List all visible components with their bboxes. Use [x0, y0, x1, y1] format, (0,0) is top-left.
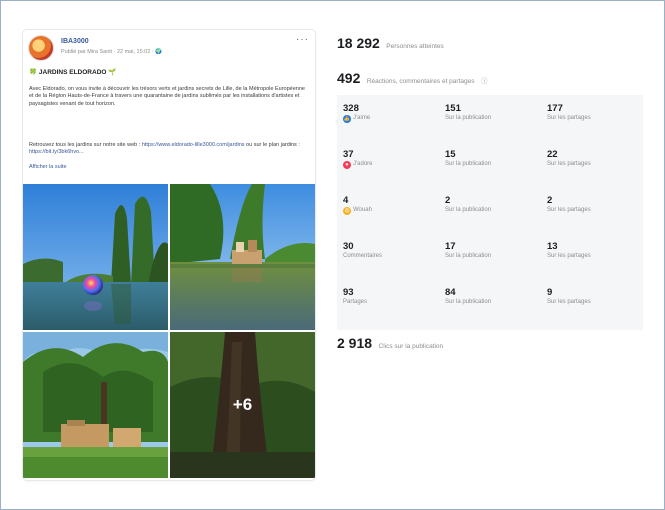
metric-label: Sur la publication: [445, 298, 543, 307]
metric-label-text: Sur les partages: [547, 115, 591, 121]
metric-label: 👍 J'aime: [343, 114, 441, 123]
metric-label: ♥ J'adore: [343, 160, 441, 169]
clicks-value: 2 918: [337, 335, 373, 351]
metric-label-text: Sur la publication: [445, 207, 492, 213]
metric-label: Sur la publication: [445, 252, 543, 261]
metric-value: 4: [343, 195, 349, 206]
metric-cell-share: 9 Sur les partages: [547, 287, 645, 327]
metric-label-text: Sur les partages: [547, 207, 591, 213]
post-header: IBA3000 Publié par Mira Santi ⁠· 22 mai,…: [29, 34, 309, 62]
metric-label: Sur la publication: [445, 206, 543, 215]
metric-label: Sur les partages: [547, 206, 645, 215]
metric-cell-total: 328 👍 J'aime: [343, 103, 441, 143]
metric-label: Sur la publication: [445, 114, 543, 123]
metric-label-text: Sur les partages: [547, 299, 591, 305]
clicks-stat: 2 918 Clics sur la publication: [337, 335, 443, 353]
metric-cell-share: 22 Sur les partages: [547, 149, 645, 189]
info-icon[interactable]: ⓘ: [481, 78, 488, 85]
engagement-value: 492: [337, 70, 361, 86]
photo-grid: +6: [23, 184, 315, 480]
photo-garden-hut[interactable]: [23, 332, 168, 478]
metric-cell-total: 37 ♥ J'adore: [343, 149, 441, 189]
leaf-icon: 🍀: [29, 69, 38, 76]
metric-value: 9: [547, 287, 553, 298]
metric-label-text: Sur la publication: [445, 253, 492, 259]
metric-cell-share: 177 Sur les partages: [547, 103, 645, 143]
map-link[interactable]: https://bit.ly/3bk6hvo...: [29, 149, 84, 155]
metric-value: 2: [547, 195, 553, 206]
page-name[interactable]: IBA3000: [61, 38, 89, 45]
engagement-stat: 492 Réactions, commentaires et partages …: [337, 70, 487, 88]
facebook-post: IBA3000 Publié par Mira Santi ⁠· 22 mai,…: [23, 30, 315, 480]
links-mid: ou sur le plan jardins :: [244, 142, 300, 148]
engagement-breakdown: 328 👍 J'aime 151 Sur la publication 177 Sur le…: [337, 95, 643, 330]
metric-value: 37: [343, 149, 354, 160]
metric-value: 17: [445, 241, 456, 252]
post-body-text: Avec Eldorado, on vous invite à découvri…: [29, 86, 305, 107]
post-title: 🍀 JARDINS ELDORADO 🌱: [29, 68, 116, 76]
see-more-link[interactable]: Afficher la suite: [29, 164, 67, 170]
screenshot-frame: IBA3000 Publié par Mira Santi ⁠· 22 mai,…: [0, 0, 665, 510]
metric-label-text: J'aime: [353, 115, 371, 121]
more-photos-count: +6: [232, 395, 253, 414]
metric-cell-post: 84 Sur la publication: [445, 287, 543, 327]
site-link[interactable]: https://www.eldorado-lille3000.com/jardi…: [142, 142, 245, 148]
metric-label-text: Sur les partages: [547, 253, 591, 259]
reach-stat: 18 292 Personnes atteintes: [337, 35, 444, 53]
metric-cell-post: 151 Sur la publication: [445, 103, 543, 143]
photo-pond-boat[interactable]: [170, 184, 315, 330]
metric-value: 22: [547, 149, 558, 160]
metric-cell-post: 17 Sur la publication: [445, 241, 543, 281]
photo-tree-trunk[interactable]: +6: [170, 332, 315, 478]
metric-label: Sur les partages: [547, 114, 645, 123]
metric-value: 2: [445, 195, 451, 206]
wow-icon: 😮: [343, 206, 351, 215]
metric-cell-total: 93 Partages: [343, 287, 441, 327]
engagement-label: Réactions, commentaires et partages: [366, 78, 475, 85]
metric-label: Commentaires: [343, 252, 441, 261]
metric-label: 😮 Wouah: [343, 206, 441, 215]
metric-label-text: Sur les partages: [547, 161, 591, 167]
metric-label-text: Commentaires: [343, 253, 383, 259]
more-options-button[interactable]: ···: [296, 34, 309, 45]
metric-cell-post: 2 Sur la publication: [445, 195, 543, 235]
metric-label: Partages: [343, 298, 441, 307]
metric-value: 151: [445, 103, 461, 114]
love-icon: ♥: [343, 160, 351, 169]
metric-value: 15: [445, 149, 456, 160]
clicks-label: Clics sur la publication: [378, 343, 444, 350]
metric-label: Sur la publication: [445, 160, 543, 169]
plant-icon: 🌱: [108, 69, 117, 76]
post-title-text: JARDINS ELDORADO: [38, 69, 107, 76]
metric-label: Sur les partages: [547, 160, 645, 169]
metric-cell-total: 30 Commentaires: [343, 241, 441, 281]
metric-value: 328: [343, 103, 359, 114]
photo-lake-sphere[interactable]: [23, 184, 168, 330]
metric-label-text: Sur la publication: [445, 161, 492, 167]
metric-cell-share: 13 Sur les partages: [547, 241, 645, 281]
more-photos-overlay[interactable]: +6: [170, 332, 315, 478]
metric-label-text: Partages: [343, 299, 368, 305]
metric-label-text: J'adore: [353, 161, 373, 167]
metric-value: 30: [343, 241, 354, 252]
metric-value: 177: [547, 103, 563, 114]
page-avatar[interactable]: [29, 36, 53, 60]
post-meta: Publié par Mira Santi ⁠· 22 mai, 15:02 ·…: [61, 49, 163, 55]
metric-label: Sur les partages: [547, 252, 645, 261]
metric-label-text: Sur la publication: [445, 115, 492, 121]
metric-value: 84: [445, 287, 456, 298]
links-intro: Retrouvez tous les jardins sur notre sit…: [29, 142, 142, 148]
metric-label-text: Wouah: [353, 207, 372, 213]
metric-label: Sur les partages: [547, 298, 645, 307]
metric-label-text: Sur la publication: [445, 299, 492, 305]
metric-cell-post: 15 Sur la publication: [445, 149, 543, 189]
metric-cell-total: 4 😮 Wouah: [343, 195, 441, 235]
reach-value: 18 292: [337, 35, 380, 51]
metric-cell-share: 2 Sur les partages: [547, 195, 645, 235]
metric-value: 13: [547, 241, 558, 252]
like-icon: 👍: [343, 114, 351, 123]
post-links: Retrouvez tous les jardins sur notre sit…: [29, 142, 311, 157]
metric-value: 93: [343, 287, 354, 298]
reach-label: Personnes atteintes: [386, 43, 444, 50]
